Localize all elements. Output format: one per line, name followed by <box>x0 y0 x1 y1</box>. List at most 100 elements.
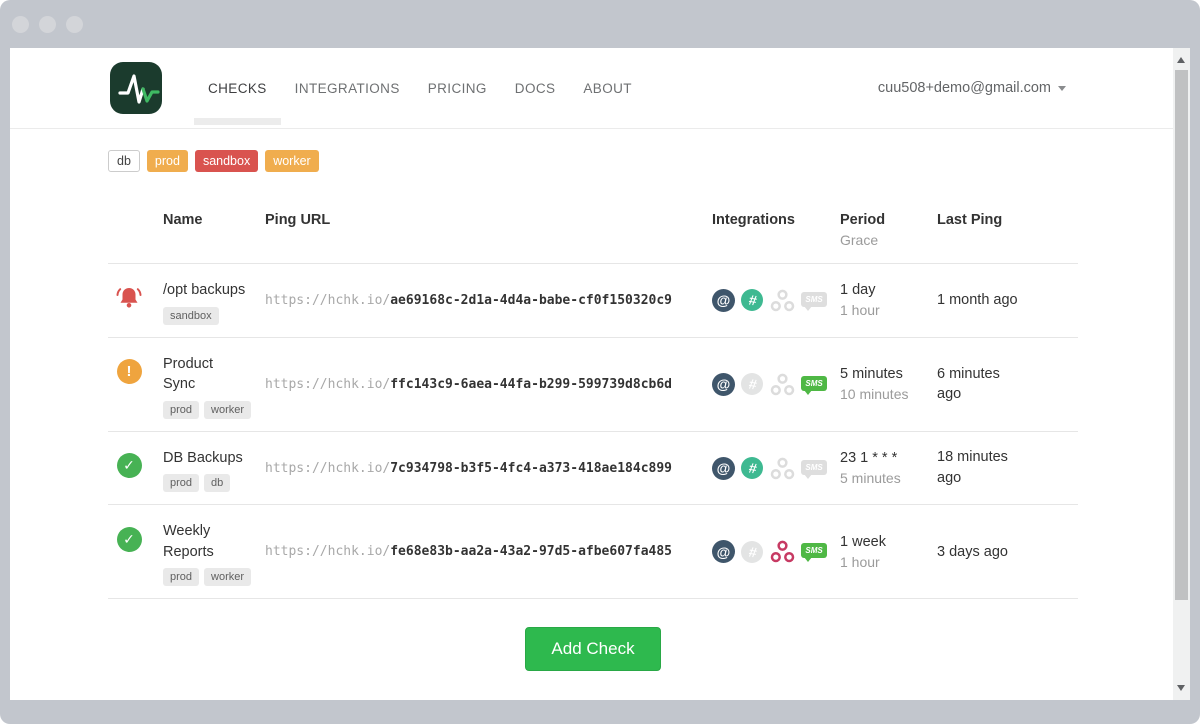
ping-url-cell[interactable]: https://hchk.io/fe68e83b-aa2a-43a2-97d5-… <box>265 505 712 599</box>
period-value: 23 1 * * * <box>840 450 937 466</box>
email-integration-icon[interactable]: @ <box>712 373 735 396</box>
check-tag: db <box>204 474 230 492</box>
last-ping-value: 18 minutes ago <box>937 447 1021 488</box>
status-grace-icon: ! ✓ <box>114 357 144 387</box>
period-value: 5 minutes <box>840 366 937 382</box>
ping-url-code: 7c934798-b3f5-4fc4-a373-418ae184c899 <box>390 461 672 476</box>
grace-value: 1 hour <box>840 302 937 318</box>
filter-tag-db[interactable]: db <box>108 150 140 172</box>
grace-value: 10 minutes <box>840 386 937 402</box>
status-cell: ! ✓ <box>108 431 163 505</box>
nav-integrations[interactable]: INTEGRATIONS <box>281 48 414 128</box>
tag-filter-bar: db prod sandbox worker <box>108 150 1078 172</box>
sms-integration-icon[interactable]: SMS <box>801 376 826 391</box>
webhook-integration-icon[interactable] <box>770 456 795 481</box>
add-check-area: Add Check <box>108 627 1078 671</box>
email-integration-icon[interactable]: @ <box>712 540 735 563</box>
window-control-dot[interactable] <box>39 16 56 33</box>
period-cell: 1 week 1 hour <box>840 505 937 599</box>
check-tag: prod <box>163 568 199 586</box>
integrations-cell: @ # SMS <box>712 337 840 431</box>
check-tags: sandbox <box>163 306 265 325</box>
checks-container: db prod sandbox worker Name Ping URL <box>108 150 1078 671</box>
account-menu[interactable]: cuu508+demo@gmail.com <box>878 80 1066 96</box>
check-name[interactable]: Weekly Reports <box>163 521 247 562</box>
status-up-check-icon: ! ✓ <box>114 524 144 554</box>
last-ping-value: 1 month ago <box>937 290 1021 311</box>
check-tag: prod <box>163 401 199 419</box>
check-tags: prod worker <box>163 400 265 419</box>
window-control-dot[interactable] <box>12 16 29 33</box>
window-control-dot[interactable] <box>66 16 83 33</box>
ping-url-cell[interactable]: https://hchk.io/7c934798-b3f5-4fc4-a373-… <box>265 431 712 505</box>
check-name[interactable]: Product Sync <box>163 354 247 395</box>
slack-integration-icon[interactable]: # <box>741 373 763 395</box>
grace-value: 5 minutes <box>840 470 937 486</box>
sms-integration-icon[interactable]: SMS <box>801 292 826 307</box>
period-cell: 1 day 1 hour <box>840 264 937 338</box>
scrollbar-thumb[interactable] <box>1175 70 1188 600</box>
scroll-down-arrow-icon[interactable] <box>1177 685 1185 691</box>
webhook-integration-icon[interactable] <box>770 372 795 397</box>
status-cell: ! ✓ <box>108 505 163 599</box>
check-tags: prodworker <box>163 567 265 586</box>
ping-url-cell[interactable]: https://hchk.io/ae69168c-2d1a-4d4a-babe-… <box>265 264 712 338</box>
integrations-cell: @ # SMS <box>712 505 840 599</box>
ping-url-prefix: https://hchk.io/ <box>265 377 390 392</box>
sms-integration-icon[interactable]: SMS <box>801 543 826 558</box>
check-tag: worker <box>204 401 251 419</box>
browser-window: CHECKS INTEGRATIONS PRICING DOCS ABOUT c… <box>0 0 1200 724</box>
last-ping-value: 3 days ago <box>937 542 1021 563</box>
filter-tag-worker[interactable]: worker <box>265 150 319 172</box>
ping-url-code: fe68e83b-aa2a-43a2-97d5-afbe607fa485 <box>390 544 672 559</box>
healthchecks-logo-icon[interactable] <box>110 62 162 114</box>
column-header-grace: Grace <box>840 232 937 248</box>
ping-url-code: ffc143c9-6aea-44fa-b299-599739d8cb6d <box>390 377 672 392</box>
filter-tag-prod[interactable]: prod <box>147 150 188 172</box>
webhook-integration-icon[interactable] <box>770 539 795 564</box>
ping-url-prefix: https://hchk.io/ <box>265 293 390 308</box>
check-row: ! ✓ DB Backups proddb https://hchk.io/7c… <box>108 431 1078 505</box>
add-check-button[interactable]: Add Check <box>525 627 660 671</box>
last-ping-cell: 1 month ago <box>937 264 1078 338</box>
filter-tag-sandbox[interactable]: sandbox <box>195 150 258 172</box>
check-tag: sandbox <box>163 307 219 325</box>
name-cell: DB Backups proddb <box>163 431 265 505</box>
ping-url-prefix: https://hchk.io/ <box>265 461 390 476</box>
period-cell: 23 1 * * * 5 minutes <box>840 431 937 505</box>
check-name[interactable]: /opt backups <box>163 280 247 301</box>
nav-docs[interactable]: DOCS <box>501 48 570 128</box>
period-value: 1 week <box>840 534 937 550</box>
slack-integration-icon[interactable]: # <box>741 289 763 311</box>
nav-pricing[interactable]: PRICING <box>414 48 501 128</box>
status-cell: ! ✓ <box>108 337 163 431</box>
webhook-integration-icon[interactable] <box>770 288 795 313</box>
table-header-row: Name Ping URL Integrations Period Grace … <box>108 198 1078 264</box>
window-title-bar <box>0 0 1200 48</box>
last-ping-cell: 6 minutes ago <box>937 337 1078 431</box>
check-row: ! ✓ /opt backups sandbox https://hchk.io… <box>108 264 1078 338</box>
email-integration-icon[interactable]: @ <box>712 289 735 312</box>
nav-checks[interactable]: CHECKS <box>194 48 281 128</box>
ping-url-code: ae69168c-2d1a-4d4a-babe-cf0f150320c9 <box>390 293 672 308</box>
scrollbar[interactable] <box>1173 48 1190 700</box>
slack-integration-icon[interactable]: # <box>741 541 763 563</box>
status-up-check-icon: ! ✓ <box>114 451 144 481</box>
account-email: cuu508+demo@gmail.com <box>878 80 1051 96</box>
main-nav: CHECKS INTEGRATIONS PRICING DOCS ABOUT <box>194 48 646 128</box>
nav-about[interactable]: ABOUT <box>569 48 646 128</box>
ping-url-prefix: https://hchk.io/ <box>265 544 390 559</box>
grace-value: 1 hour <box>840 554 937 570</box>
last-ping-cell: 3 days ago <box>937 505 1078 599</box>
check-tags: proddb <box>163 473 265 492</box>
scroll-up-arrow-icon[interactable] <box>1177 57 1185 63</box>
slack-integration-icon[interactable]: # <box>741 457 763 479</box>
column-header-last-ping: Last Ping <box>937 198 1078 264</box>
check-name[interactable]: DB Backups <box>163 448 247 469</box>
last-ping-cell: 18 minutes ago <box>937 431 1078 505</box>
sms-integration-icon[interactable]: SMS <box>801 460 826 475</box>
ping-url-cell[interactable]: https://hchk.io/ffc143c9-6aea-44fa-b299-… <box>265 337 712 431</box>
status-cell: ! ✓ <box>108 264 163 338</box>
email-integration-icon[interactable]: @ <box>712 457 735 480</box>
period-cell: 5 minutes 10 minutes <box>840 337 937 431</box>
